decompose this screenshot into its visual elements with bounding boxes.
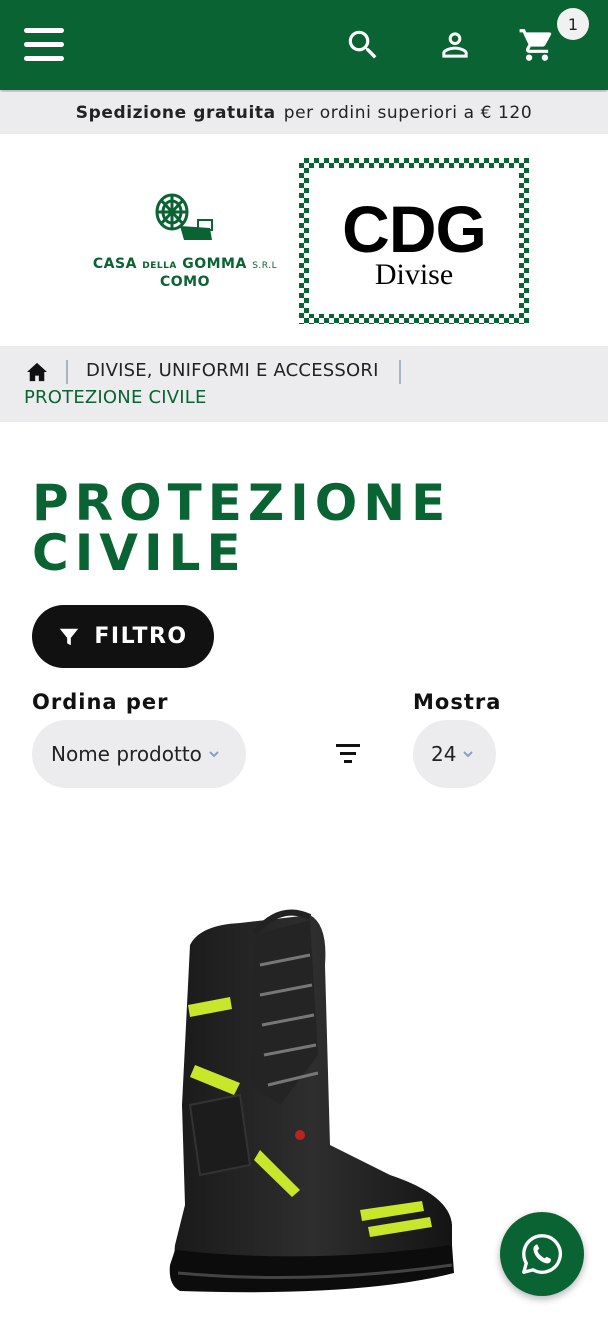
shopping-cart-icon[interactable]	[514, 22, 560, 68]
breadcrumb-item-divise[interactable]: DIVISE, UNIFORMI E ACCESSORI	[86, 360, 379, 381]
shipping-notice-bold: Spedizione gratuita	[75, 103, 276, 123]
tire-wheel-logo-icon	[155, 193, 213, 240]
filter-button[interactable]: FILTRO	[32, 605, 214, 668]
chevron-down-icon	[209, 751, 219, 758]
chevron-down-icon	[463, 751, 474, 758]
page-title: PROTEZIONE CIVILE	[32, 474, 452, 582]
logo-suffix: S.R.L	[252, 261, 278, 271]
breadcrumb	[0, 346, 608, 422]
home-icon[interactable]	[26, 362, 48, 382]
show-label: Mostra	[413, 690, 502, 714]
sort-direction-icon[interactable]	[334, 740, 362, 768]
logo-word-casa: CASA	[92, 256, 137, 272]
logo-word-della: DELLA	[142, 261, 177, 271]
search-icon[interactable]	[340, 22, 386, 68]
hamburger-menu-icon[interactable]	[24, 28, 64, 62]
filter-button-label: FILTRO	[94, 624, 188, 649]
breadcrumb-separator	[66, 360, 68, 384]
whatsapp-chat-button[interactable]	[500, 1212, 584, 1296]
casa-della-gomma-logo[interactable]: CASA DELLA GOMMA S.R.L COMO	[80, 190, 290, 300]
cart-count-badge: 1	[557, 8, 589, 40]
sort-select-value: Nome prodotto	[51, 742, 202, 766]
filter-funnel-icon	[60, 628, 79, 645]
user-account-icon[interactable]	[432, 22, 478, 68]
sort-select[interactable]: Nome prodotto	[32, 720, 246, 788]
casa-della-gomma-text: CASA DELLA GOMMA S.R.L COMO	[80, 256, 290, 290]
whatsapp-icon	[522, 1234, 562, 1274]
divise-logo-text: Divise	[374, 258, 454, 291]
logo-city: COMO	[159, 274, 210, 290]
sort-label: Ordina per	[32, 690, 169, 714]
show-select-value: 24	[431, 742, 457, 766]
shipping-notice-text: per ordini superiori a € 120	[283, 103, 533, 123]
cdg-logo-text: CDG	[342, 192, 487, 266]
firefighter-boot-image[interactable]	[160, 905, 460, 1297]
top-header: 1	[0, 0, 608, 90]
shipping-notice: Spedizione gratuita per ordini superiori…	[0, 92, 608, 134]
show-select[interactable]: 24	[413, 720, 496, 788]
logo-word-gomma: GOMMA	[182, 256, 247, 272]
breadcrumb-item-current: PROTEZIONE CIVILE	[24, 387, 207, 408]
breadcrumb-separator	[399, 360, 401, 384]
cdg-divise-logo[interactable]: CDG Divise	[299, 158, 529, 324]
